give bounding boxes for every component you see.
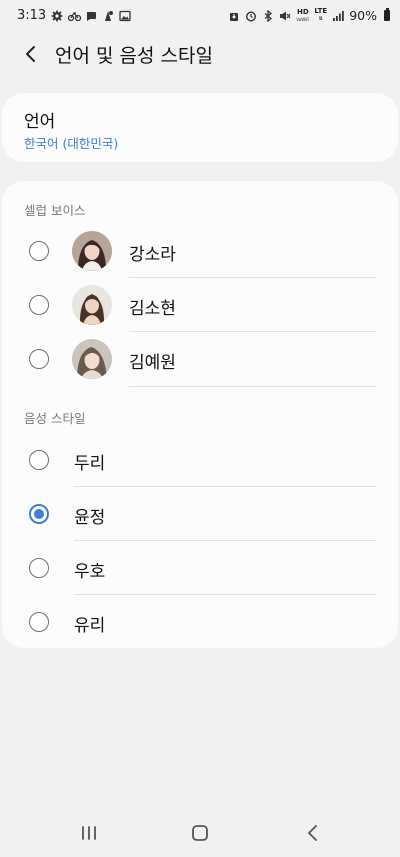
mute-icon <box>279 10 291 22</box>
avatar <box>72 339 112 379</box>
voice-option-row[interactable]: 김소현 <box>2 278 398 332</box>
language-value: 한국어 (대한민국) <box>24 136 119 151</box>
voice-style-label: 유리 <box>74 616 106 636</box>
radio-button[interactable] <box>29 295 49 315</box>
notification-app-icon <box>102 10 114 22</box>
home-icon <box>192 825 208 841</box>
bluetooth-icon <box>262 9 274 22</box>
bike-icon <box>68 10 82 22</box>
battery-percent: 90% <box>349 8 377 23</box>
signal-icon <box>332 10 345 22</box>
language-setting[interactable]: 언어 한국어 (대한민국) <box>2 93 398 162</box>
recent-apps-button[interactable] <box>77 821 101 845</box>
voice-style-label: 우호 <box>74 562 106 582</box>
lte-indicator: LTE ⇅ <box>314 7 328 23</box>
voice-options-card: 셀럽 보이스 강소라 김소현 김예원 음성 스타일 두리 윤정 우호 유리 <box>2 181 398 648</box>
settings-gear-icon <box>51 10 63 22</box>
radio-button[interactable] <box>29 450 49 470</box>
avatar <box>72 285 112 325</box>
radio-button[interactable] <box>29 558 49 578</box>
status-time: 3:13 <box>17 8 47 23</box>
voice-style-row[interactable]: 윤정 <box>2 487 398 541</box>
voice-style-row[interactable]: 유리 <box>2 595 398 649</box>
app-header: 언어 및 음성 스타일 <box>0 32 400 76</box>
radio-button[interactable] <box>29 241 49 261</box>
recent-apps-icon <box>82 826 96 840</box>
voice-option-row[interactable]: 강소라 <box>2 224 398 278</box>
back-arrow-icon <box>308 825 317 841</box>
voice-style-row[interactable]: 두리 <box>2 433 398 487</box>
voice-style-row[interactable]: 우호 <box>2 541 398 595</box>
back-button[interactable] <box>16 39 46 69</box>
voice-style-label: 윤정 <box>74 508 106 528</box>
chevron-left-icon <box>26 46 35 62</box>
alarm-icon <box>245 10 257 22</box>
back-nav-button[interactable] <box>301 821 325 845</box>
divider <box>129 386 376 387</box>
voice-option-label: 김예원 <box>129 353 176 373</box>
voice-style-header: 음성 스타일 <box>24 411 86 426</box>
page-title: 언어 및 음성 스타일 <box>55 45 213 67</box>
radio-button[interactable] <box>29 612 49 632</box>
download-lock-icon <box>228 10 240 22</box>
voice-style-label: 두리 <box>74 454 106 474</box>
radio-button-selected[interactable] <box>29 504 49 524</box>
chat-bubble-icon <box>85 10 97 22</box>
voice-option-row[interactable]: 김예원 <box>2 332 398 386</box>
network-hd-indicator: HD VoWiFi <box>296 7 310 22</box>
language-title: 언어 <box>24 112 56 132</box>
celeb-voice-header: 셀럽 보이스 <box>24 203 86 218</box>
voice-option-label: 강소라 <box>129 245 176 265</box>
home-button[interactable] <box>188 821 212 845</box>
gallery-icon <box>119 10 131 22</box>
navigation-bar <box>0 809 400 857</box>
avatar <box>72 231 112 271</box>
battery-icon <box>384 8 390 21</box>
voice-option-label: 김소현 <box>129 299 176 319</box>
status-bar: 3:13 HD VoWiFi LTE ⇅ 90% <box>0 0 400 32</box>
radio-button[interactable] <box>29 349 49 369</box>
